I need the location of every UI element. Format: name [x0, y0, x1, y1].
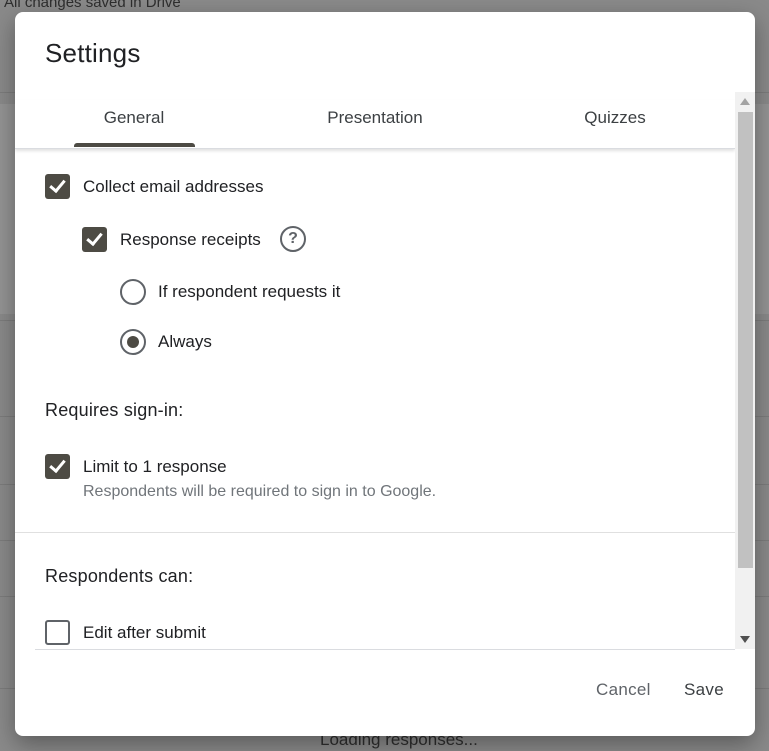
requires-signin-heading: Requires sign-in:	[45, 400, 184, 420]
footer-divider	[35, 649, 735, 650]
edit-after-submit-checkbox[interactable]	[45, 620, 70, 645]
limit-one-response-label: Limit to 1 response	[83, 457, 227, 476]
scrollbar-thumb[interactable]	[738, 112, 753, 568]
save-button[interactable]: Save	[684, 680, 724, 706]
dialog-title: Settings	[45, 38, 141, 68]
scrollbar[interactable]	[735, 92, 755, 649]
tab-quizzes[interactable]: Quizzes	[520, 100, 710, 148]
limit-one-response-description: Respondents will be required to sign in …	[83, 483, 437, 500]
tab-general[interactable]: General	[74, 100, 194, 148]
edit-after-submit-label: Edit after submit	[83, 623, 206, 642]
scroll-up-arrow-icon[interactable]	[740, 98, 750, 105]
scroll-down-arrow-icon[interactable]	[740, 636, 750, 643]
help-circle-icon[interactable]: ?	[280, 226, 306, 252]
collect-email-label: Collect email addresses	[83, 177, 264, 196]
radio-if-requested[interactable]	[120, 279, 146, 305]
section-divider	[15, 532, 735, 533]
radio-always-label: Always	[158, 332, 212, 351]
cancel-button[interactable]: Cancel	[596, 680, 651, 706]
tab-presentation[interactable]: Presentation	[270, 100, 480, 148]
tab-bar: General Presentation Quizzes	[15, 100, 735, 149]
radio-if-requested-label: If respondent requests it	[158, 282, 341, 301]
active-tab-indicator	[74, 143, 195, 147]
respondents-can-heading: Respondents can:	[45, 566, 194, 586]
radio-always[interactable]	[120, 329, 146, 355]
saved-status: All changes saved in Drive	[4, 0, 181, 11]
limit-one-response-checkbox[interactable]	[45, 454, 70, 479]
response-receipts-checkbox[interactable]	[82, 227, 107, 252]
collect-email-checkbox[interactable]	[45, 174, 70, 199]
settings-dialog: Settings General Presentation Quizzes Co…	[15, 12, 755, 736]
response-receipts-label: Response receipts	[120, 230, 261, 249]
